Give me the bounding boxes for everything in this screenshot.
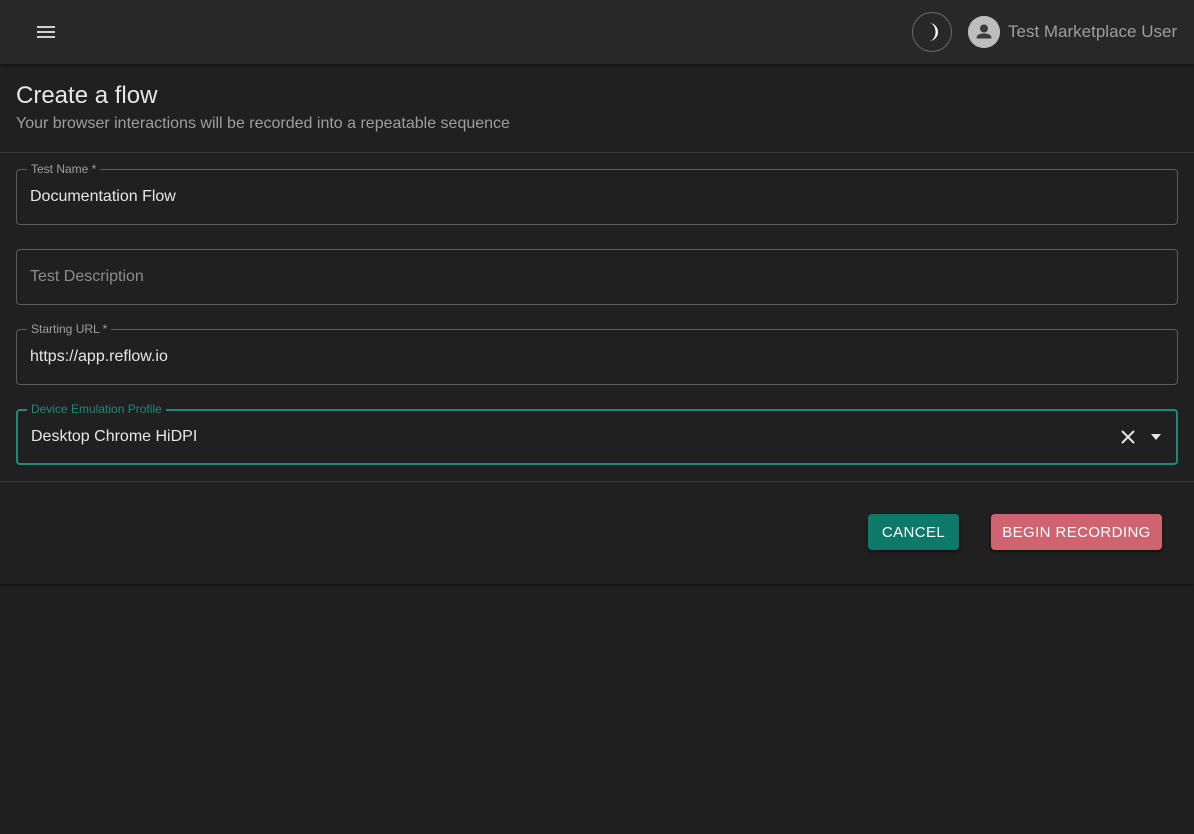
test-name-field[interactable]: Test Name * Documentation Flow xyxy=(16,162,1178,225)
menu-button[interactable] xyxy=(26,12,66,52)
app-bar: Test Marketplace User xyxy=(0,0,1194,64)
header-divider xyxy=(0,152,1194,153)
test-description-input[interactable]: Test Description xyxy=(30,250,144,304)
starting-url-field[interactable]: Starting URL * https://app.reflow.io xyxy=(16,322,1178,385)
dropdown-toggle-button[interactable] xyxy=(1144,425,1168,449)
device-profile-select[interactable]: Device Emulation Profile Desktop Chrome … xyxy=(16,402,1178,465)
theme-toggle-button[interactable] xyxy=(912,12,952,52)
cancel-button[interactable]: CANCEL xyxy=(868,514,959,550)
card-header: Create a flow Your browser interactions … xyxy=(16,82,510,134)
create-flow-card: Create a flow Your browser interactions … xyxy=(0,64,1194,584)
arrow-drop-down-icon xyxy=(1151,434,1161,440)
page-title: Create a flow xyxy=(16,82,158,109)
begin-recording-button[interactable]: BEGIN RECORDING xyxy=(991,514,1162,550)
close-icon xyxy=(1121,430,1135,444)
person-icon xyxy=(968,16,1000,48)
moon-icon xyxy=(929,23,938,41)
user-menu[interactable]: Test Marketplace User xyxy=(968,16,1177,48)
page-subtitle: Your browser interactions will be record… xyxy=(16,115,510,132)
test-description-field[interactable]: Test Description xyxy=(16,249,1178,305)
device-profile-value[interactable]: Desktop Chrome HiDPI xyxy=(31,411,197,463)
user-name: Test Marketplace User xyxy=(1008,22,1178,41)
avatar xyxy=(968,16,1000,48)
actions-divider xyxy=(0,481,1194,482)
hamburger-menu-icon xyxy=(37,26,55,38)
starting-url-input[interactable]: https://app.reflow.io xyxy=(30,330,168,384)
clear-selection-button[interactable] xyxy=(1116,425,1140,449)
test-name-input[interactable]: Documentation Flow xyxy=(30,170,176,224)
